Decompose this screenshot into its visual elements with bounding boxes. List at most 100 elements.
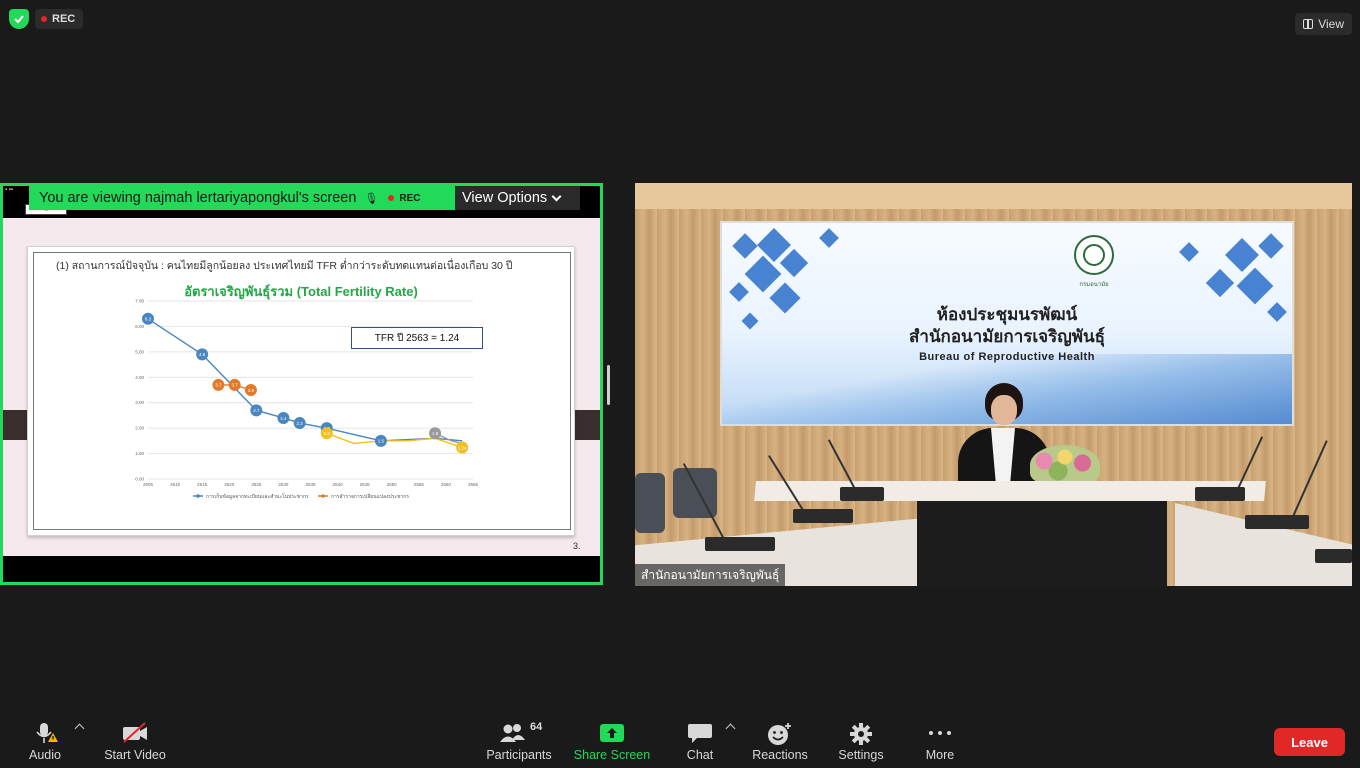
more-button[interactable]: More — [920, 716, 960, 768]
chat-icon — [688, 724, 712, 743]
participants-count: 64 — [530, 721, 543, 733]
banner-decoration — [729, 282, 749, 302]
chat-options-caret-icon[interactable] — [725, 723, 736, 734]
banner-decoration — [744, 255, 782, 293]
share-screen-button[interactable]: Share Screen — [572, 716, 652, 768]
data-label: 1.24 — [458, 445, 467, 450]
banner-rec-label: REC — [388, 193, 420, 204]
x-tick-label: 2520 — [224, 482, 235, 487]
panel-splitter-handle[interactable] — [607, 365, 610, 405]
chat-button[interactable]: Chat — [680, 716, 720, 768]
audio-label: Audio — [29, 748, 61, 762]
x-tick-label: 2560 — [441, 482, 452, 487]
x-tick-label: 2565 — [468, 482, 479, 487]
microphone-base — [1245, 515, 1309, 529]
y-tick-label: 0.00 — [135, 477, 144, 482]
y-tick-label: 2.00 — [135, 426, 144, 431]
banner-bureau-thai: สำนักอนามัยการเจริญพันธุ์ — [909, 327, 1105, 346]
microphone-base — [705, 537, 775, 551]
settings-label: Settings — [838, 748, 884, 762]
audio-options-caret-icon[interactable] — [74, 723, 85, 734]
slide-card: (1) สถานการณ์ปัจจุบัน : คนไทยมีลูกน้อยลง… — [27, 246, 575, 536]
participants-icon — [500, 724, 525, 742]
settings-button[interactable]: Settings — [836, 716, 886, 768]
viewing-banner: You are viewing najmah lertariyapongkul'… — [29, 186, 455, 210]
participant-video-panel[interactable]: กรมอนามัย ห้องประชุมนรพัฒน์ สำนักอนามัยก… — [635, 183, 1352, 586]
participants-button[interactable]: 64 Participants — [484, 716, 554, 768]
meeting-toolbar: Audio Start Video 64 Participants Share … — [0, 716, 1360, 768]
data-label: 3.5 — [248, 388, 255, 393]
reactions-label: Reactions — [752, 748, 808, 762]
legend-marker — [321, 494, 325, 498]
banner-decoration — [1258, 233, 1284, 259]
legend-marker — [196, 494, 200, 498]
share-screen-label: Share Screen — [573, 748, 651, 762]
chair — [673, 468, 717, 518]
series-line — [326, 432, 463, 449]
more-dots-icon — [929, 731, 951, 735]
record-dot-icon — [41, 16, 47, 22]
microphone-base — [793, 509, 853, 523]
microphone-base — [840, 487, 884, 501]
mini-window-label: ▪ ▪▪ — [5, 187, 14, 193]
more-label: More — [925, 748, 955, 762]
start-video-label: Start Video — [104, 748, 166, 762]
banner-decoration — [1179, 242, 1199, 262]
slide-number: 3. — [573, 541, 581, 551]
mic-muted-icon: 🎙 — [364, 192, 379, 205]
x-tick-label: 2535 — [305, 482, 316, 487]
participant-name-label: สำนักอนามัยการเจริญพันธุ์ — [635, 564, 786, 586]
grid-view-icon — [1303, 19, 1314, 29]
microphone-warning-icon — [36, 723, 58, 743]
slide-area: (1) สถานการณ์ปัจจุบัน : คนไทยมีลูกน้อยลง… — [3, 218, 600, 556]
conference-table — [754, 481, 1266, 501]
y-tick-label: 6.00 — [135, 324, 144, 329]
data-label: 1.8 — [324, 431, 331, 436]
y-tick-label: 5.00 — [135, 349, 144, 354]
banner-decoration — [779, 248, 809, 278]
x-tick-label: 2545 — [360, 482, 371, 487]
wall-top — [635, 183, 1352, 209]
y-tick-label: 4.00 — [135, 375, 144, 380]
audio-button[interactable]: Audio — [22, 716, 68, 768]
view-options-label: View Options — [462, 190, 548, 206]
recording-label: REC — [52, 13, 76, 25]
slide-header: (1) สถานการณ์ปัจจุบัน : คนไทยมีลูกน้อยลง… — [56, 260, 513, 272]
legend-label: การเก็บข้อมูลจากทะเบียนและสำมะโนประชากร — [206, 492, 309, 500]
y-tick-label: 7.00 — [135, 299, 144, 304]
video-off-icon — [123, 722, 147, 743]
banner-decoration — [1236, 267, 1274, 305]
data-label: 4.9 — [199, 352, 206, 357]
data-label: 2.7 — [253, 408, 260, 413]
banner-decoration — [1205, 268, 1235, 298]
participants-label: Participants — [486, 748, 552, 762]
microphone-base — [1315, 549, 1352, 563]
x-tick-label: 2530 — [278, 482, 289, 487]
x-tick-label: 2540 — [333, 482, 344, 487]
data-label: 6.3 — [145, 317, 152, 322]
data-label: 2.4 — [280, 416, 287, 421]
y-tick-label: 3.00 — [135, 400, 144, 405]
legend-label: การสำรวจการเปลี่ยนแปลงประชากร — [331, 493, 409, 500]
data-label: 3.7 — [232, 383, 239, 388]
logo-caption: กรมอนามัย — [1079, 282, 1109, 288]
reactions-button[interactable]: Reactions — [750, 716, 810, 768]
x-tick-label: 2525 — [251, 482, 262, 487]
leave-button[interactable]: Leave — [1274, 728, 1345, 756]
data-label: 2.2 — [297, 421, 304, 426]
tfr-callout: TFR ปี 2563 = 1.24 — [351, 327, 483, 349]
view-button[interactable]: View — [1295, 13, 1352, 35]
top-bar: REC View — [0, 0, 1360, 40]
microphone-base — [1195, 487, 1245, 501]
viewing-banner-text: You are viewing najmah lertariyapongkul'… — [39, 190, 357, 206]
start-video-button[interactable]: Start Video — [102, 716, 168, 768]
recording-badge[interactable]: REC — [35, 9, 84, 29]
share-screen-icon — [600, 724, 624, 742]
banner-bureau-english: Bureau of Reproductive Health — [919, 351, 1095, 363]
chair — [635, 473, 665, 533]
conference-table-front — [917, 501, 1167, 586]
legend-label: การสำรวจสถานการณ์เด็กและสตรีในประเทศไทย — [206, 503, 312, 504]
data-label: 1.5 — [378, 439, 385, 444]
security-shield-icon[interactable] — [9, 9, 29, 29]
view-options-button[interactable]: View Options — [455, 186, 580, 210]
